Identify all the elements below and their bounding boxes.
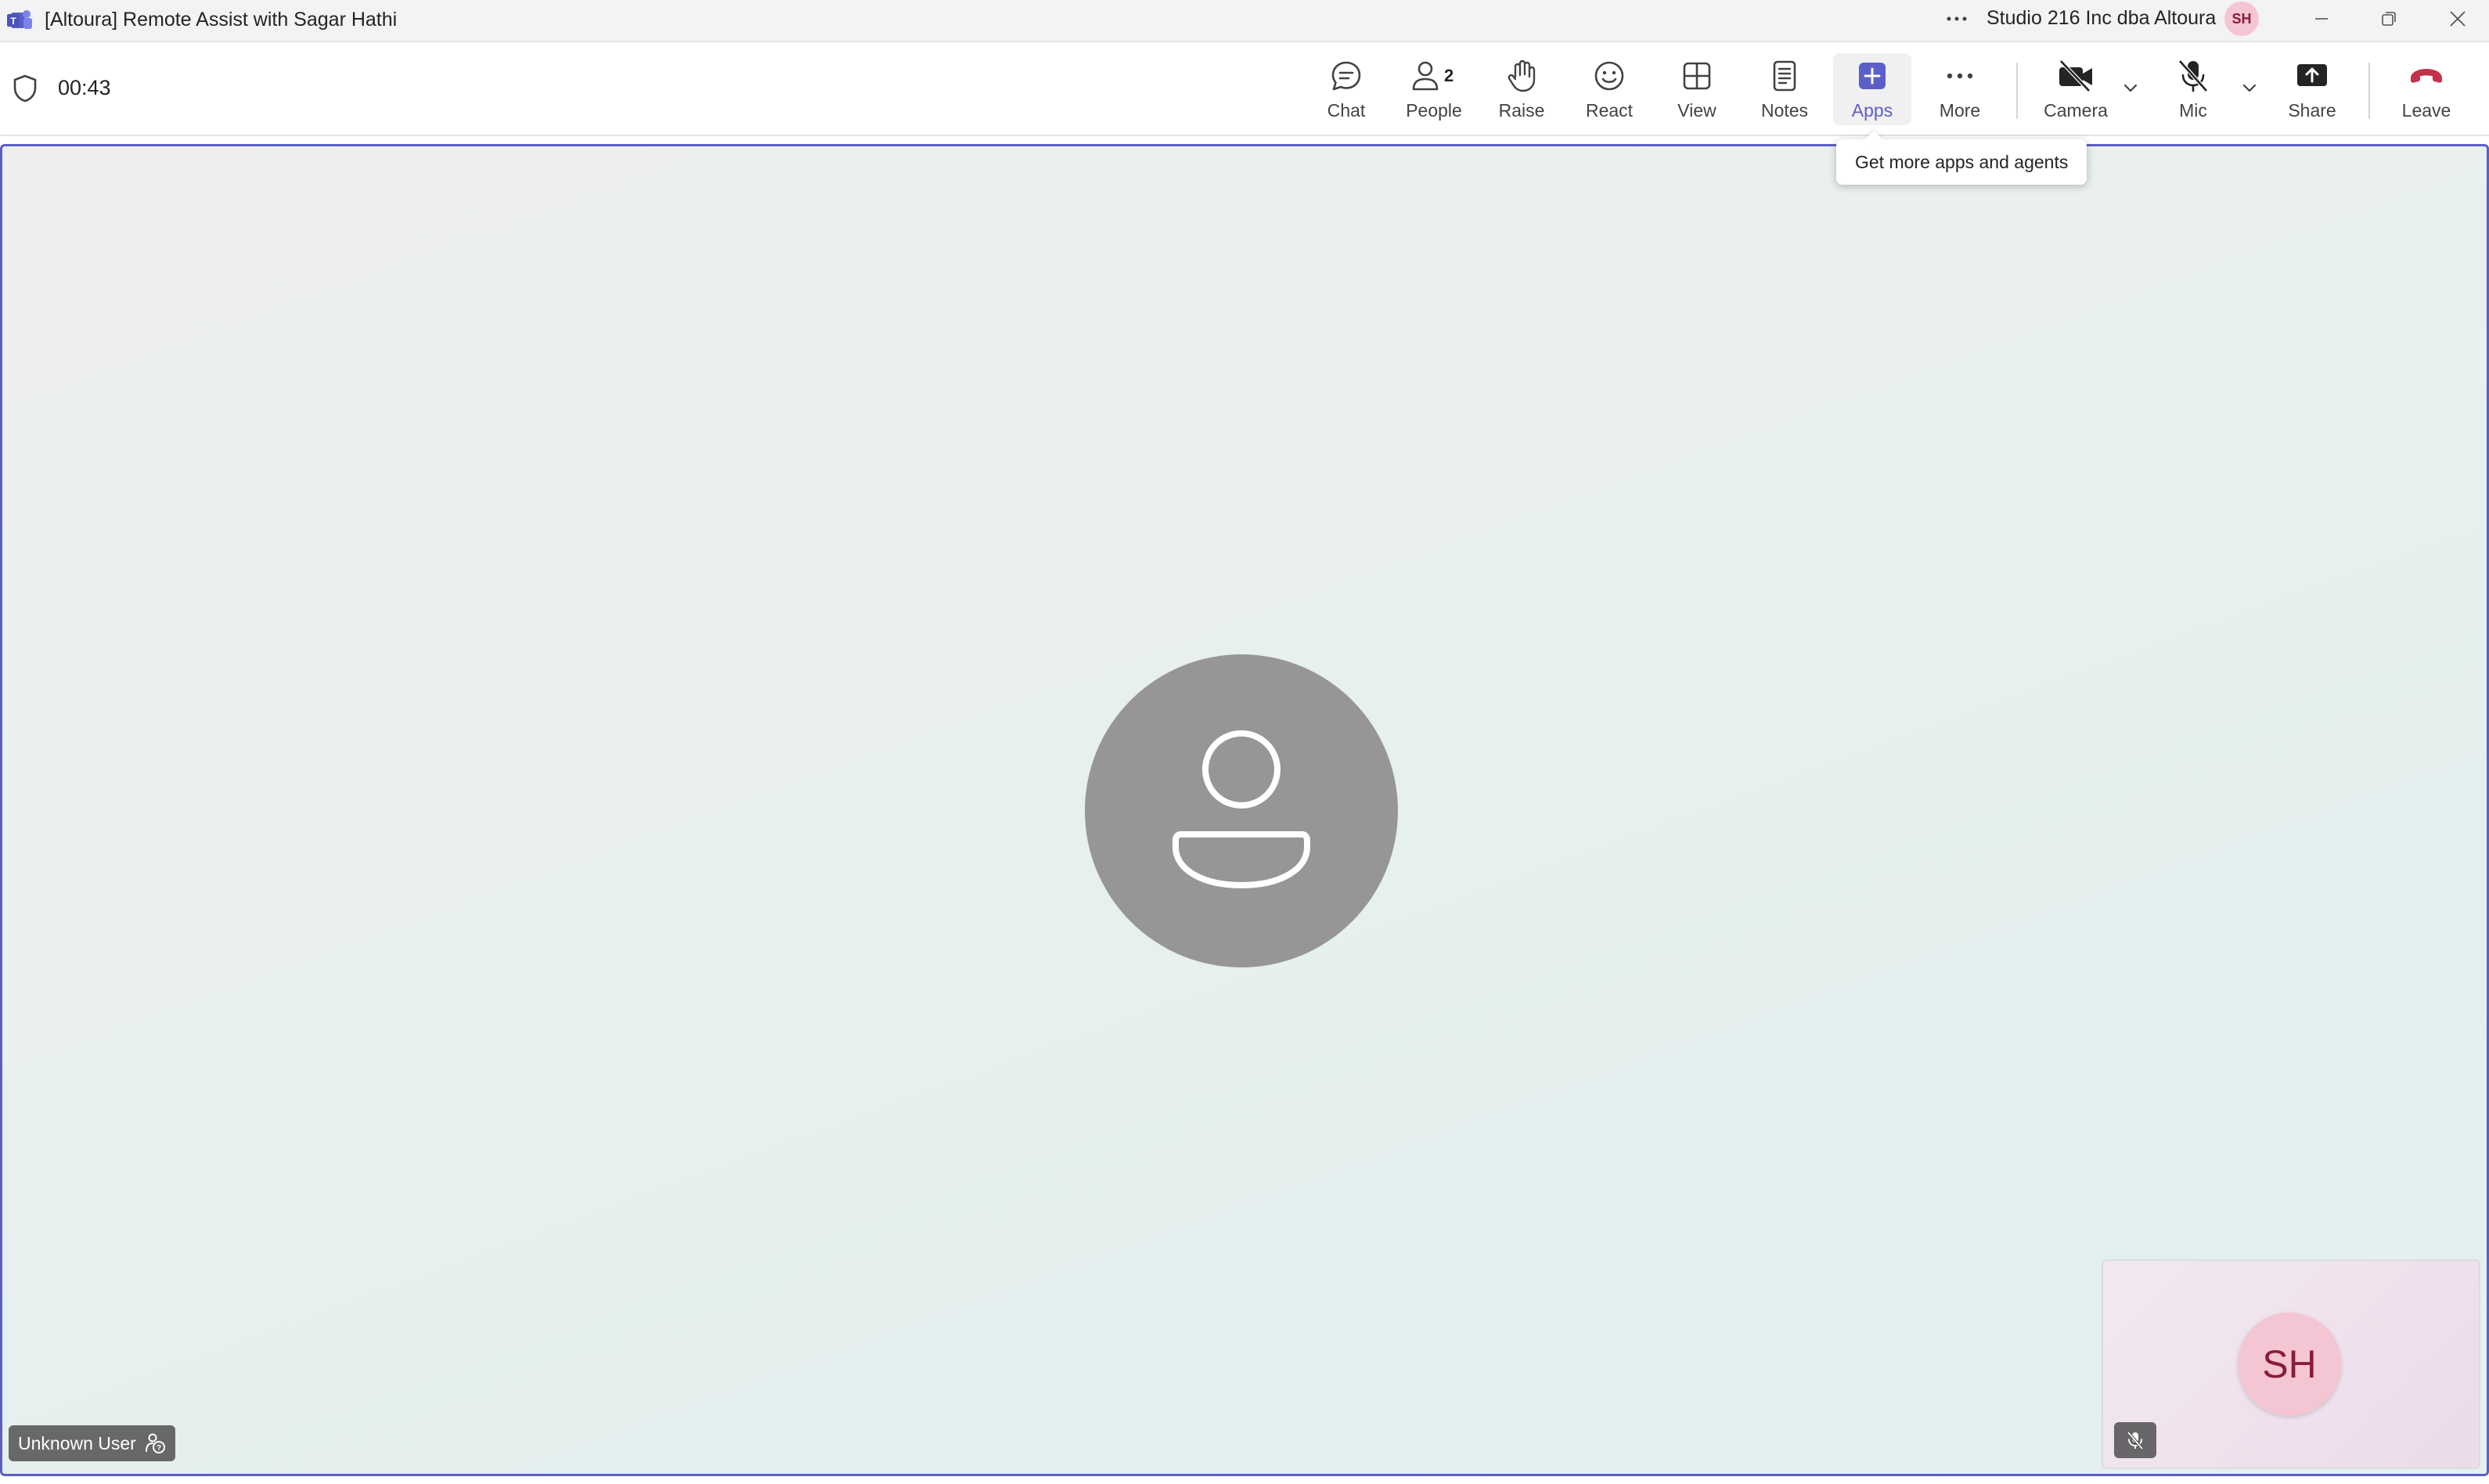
mic-label: Mic	[2179, 100, 2207, 121]
raise-hand-icon	[1507, 59, 1536, 92]
meeting-toolbar: 00:43 Chat People 2 Raise React View Not…	[0, 42, 2489, 136]
mic-button[interactable]: Mic	[2154, 53, 2232, 125]
participant-name: Unknown User	[18, 1433, 136, 1453]
react-button[interactable]: React	[1570, 53, 1648, 125]
camera-off-icon	[2059, 59, 2092, 92]
apps-label: Apps	[1851, 100, 1893, 121]
title-bar: T [Altoura] Remote Assist with Sagar Hat…	[0, 0, 2489, 42]
raise-label: Raise	[1498, 100, 1545, 121]
people-count-badge: 2	[1444, 66, 1454, 85]
shield-icon[interactable]	[11, 74, 39, 103]
self-muted-indicator	[2114, 1422, 2156, 1458]
camera-button[interactable]: Camera	[2035, 53, 2116, 125]
organization-name[interactable]: Studio 216 Inc dba Altoura	[1987, 5, 2216, 31]
people-label: People	[1406, 100, 1462, 121]
self-avatar: SH	[2238, 1313, 2341, 1416]
svg-text:T: T	[10, 16, 16, 27]
view-icon	[1683, 62, 1711, 90]
restore-button[interactable]	[2367, 3, 2411, 34]
mic-off-icon	[2178, 59, 2208, 92]
view-button[interactable]: View	[1658, 53, 1736, 125]
person-icon	[1172, 730, 1310, 888]
react-icon	[1594, 61, 1624, 91]
apps-icon	[1859, 63, 1886, 89]
share-icon	[2297, 64, 2327, 86]
apps-button[interactable]: Apps	[1833, 53, 1911, 125]
mic-off-icon	[2127, 1431, 2144, 1450]
camera-label: Camera	[2044, 100, 2108, 121]
mic-options-button[interactable]	[2234, 72, 2265, 103]
restore-icon	[2382, 12, 2396, 26]
chevron-down-icon	[2242, 84, 2257, 92]
svg-text:?: ?	[157, 1444, 161, 1453]
meeting-stage: Unknown User ? SH	[0, 144, 2489, 1476]
teams-logo-icon: T	[7, 10, 32, 29]
camera-options-button[interactable]	[2115, 72, 2146, 103]
share-label: Share	[2288, 100, 2336, 121]
participant-avatar	[1085, 654, 1398, 967]
more-label: More	[1939, 100, 1981, 121]
leave-label: Leave	[2401, 100, 2451, 121]
chevron-down-icon	[2123, 84, 2138, 92]
window-title: [Altoura] Remote Assist with Sagar Hathi	[45, 9, 398, 31]
minimize-icon	[2315, 18, 2328, 20]
chat-icon	[1331, 61, 1361, 91]
user-avatar[interactable]: SH	[2224, 2, 2259, 36]
share-button[interactable]: Share	[2273, 53, 2351, 125]
people-icon	[1412, 61, 1439, 91]
notes-label: Notes	[1760, 100, 1809, 121]
unknown-user-icon: ?	[145, 1433, 165, 1453]
chat-label: Chat	[1327, 100, 1366, 121]
notes-icon	[1773, 60, 1796, 92]
more-options-button[interactable]	[1941, 5, 1972, 33]
people-button[interactable]: People	[1395, 53, 1473, 125]
participant-name-tag: Unknown User ?	[9, 1425, 175, 1461]
more-button[interactable]: More	[1921, 53, 1999, 125]
more-icon	[1947, 73, 1973, 79]
leave-button[interactable]: Leave	[2387, 53, 2466, 125]
call-timer: 00:43	[58, 76, 111, 99]
more-dots-icon	[1947, 16, 1967, 21]
react-label: React	[1585, 100, 1634, 121]
close-icon	[2450, 11, 2466, 27]
self-video-tile[interactable]: SH	[2102, 1259, 2480, 1469]
toolbar-divider	[2016, 63, 2018, 119]
chat-button[interactable]: Chat	[1307, 53, 1385, 125]
close-window-button[interactable]	[2436, 3, 2480, 34]
raise-hand-button[interactable]: Raise	[1482, 53, 1561, 125]
leave-icon	[2411, 69, 2442, 83]
toolbar-divider	[2368, 63, 2370, 119]
minimize-button[interactable]	[2300, 3, 2343, 34]
view-label: View	[1677, 100, 1716, 121]
notes-button[interactable]: Notes	[1745, 53, 1824, 125]
